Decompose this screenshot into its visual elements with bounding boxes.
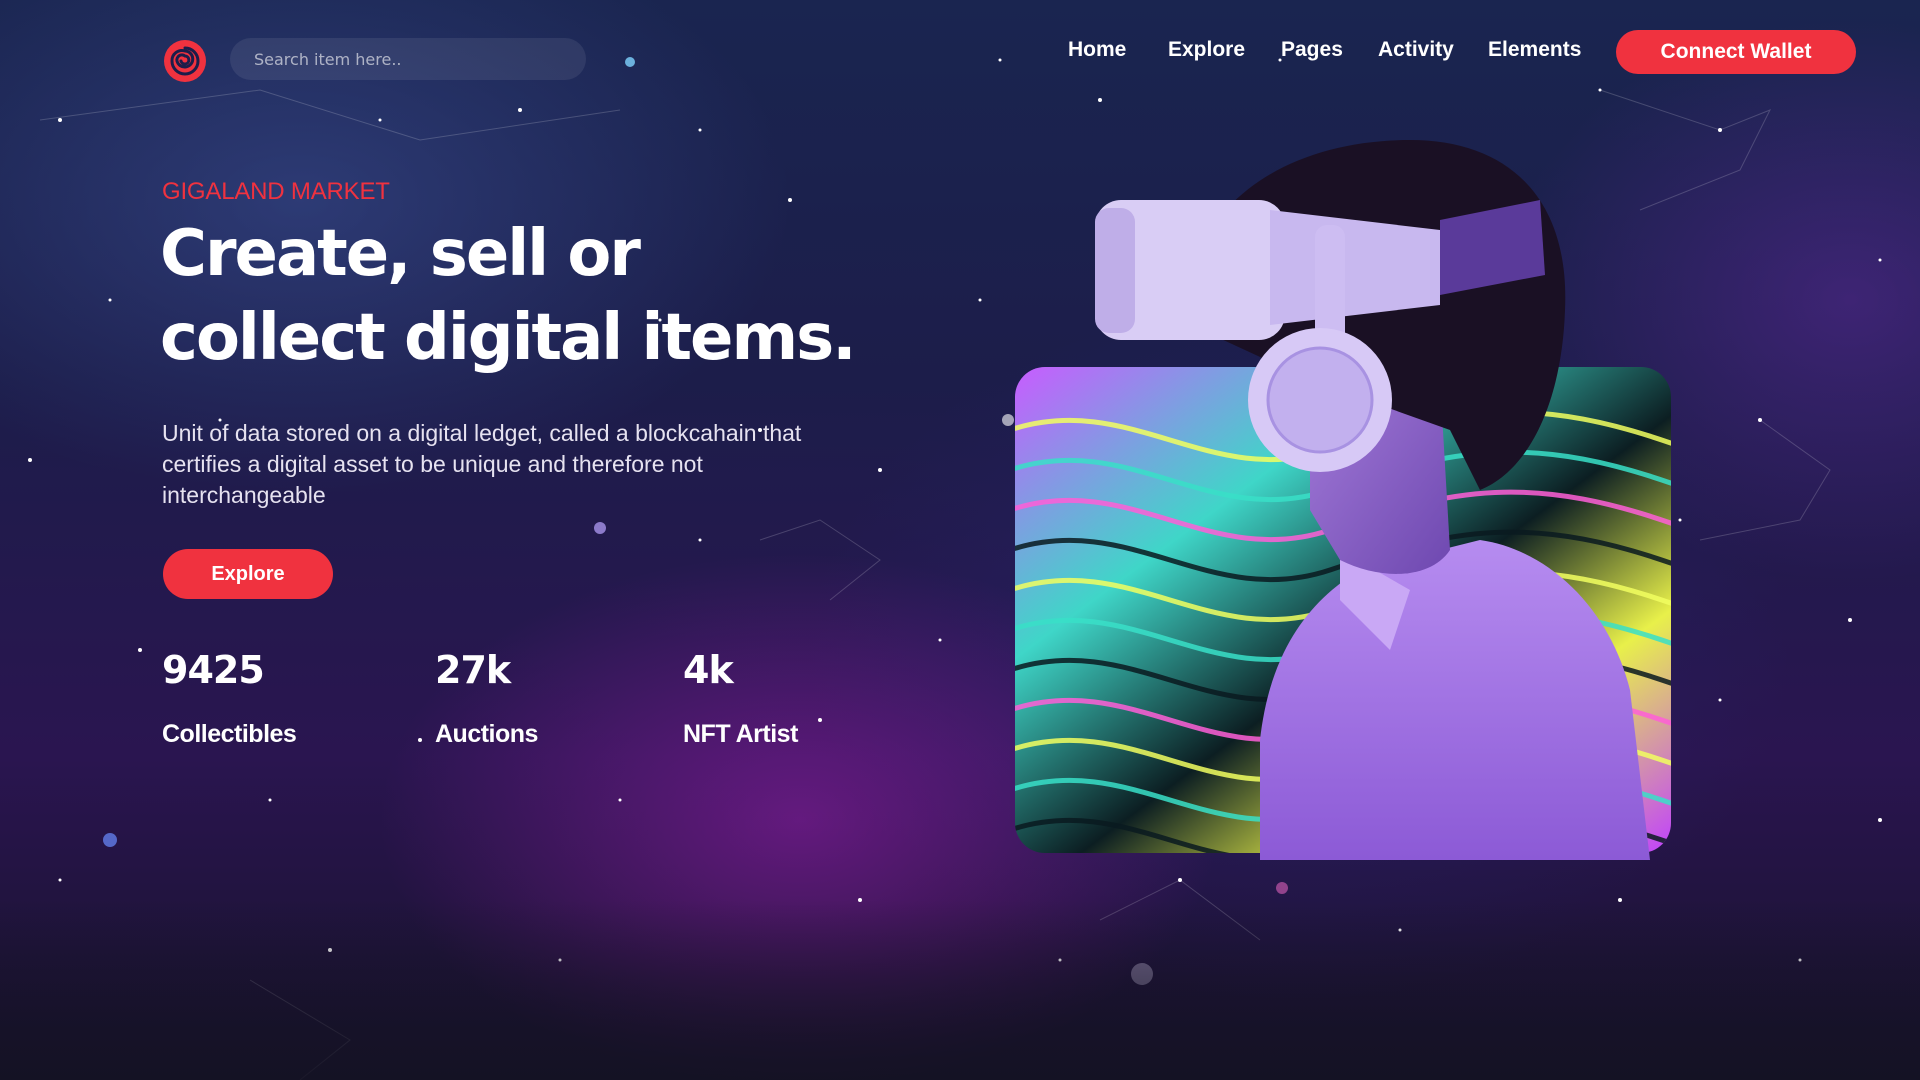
hero-description: Unit of data stored on a digital ledget,… <box>162 420 802 508</box>
nav-activity[interactable]: Activity <box>1378 38 1454 62</box>
stat-value: 9425 <box>162 648 265 692</box>
search-bar[interactable] <box>230 38 586 80</box>
connect-wallet-button[interactable]: Connect Wallet <box>1616 30 1856 74</box>
spiral-logo-icon[interactable] <box>162 38 208 84</box>
nav-pages[interactable]: Pages <box>1281 38 1343 62</box>
nav-home[interactable]: Home <box>1068 38 1126 62</box>
stat-collectibles: 9425 Collectibles <box>162 648 297 749</box>
bottom-fade <box>0 900 1920 1080</box>
stat-value: 27k <box>435 648 511 692</box>
eyebrow-label: GIGALAND MARKET <box>162 178 390 205</box>
explore-button[interactable]: Explore <box>163 549 333 599</box>
vr-headset-person-illustration <box>1015 140 1671 860</box>
stat-label: Auctions <box>435 720 538 748</box>
stat-nft-artist: 4k NFT Artist <box>683 648 798 749</box>
stat-label: Collectibles <box>162 720 297 748</box>
stat-label: NFT Artist <box>683 720 798 748</box>
nav-explore[interactable]: Explore <box>1168 38 1245 62</box>
stat-auctions: 27k Auctions <box>435 648 538 749</box>
nav-elements[interactable]: Elements <box>1488 38 1581 62</box>
search-input[interactable] <box>254 49 586 69</box>
hero-headline: Create, sell or collect digital items. <box>160 217 857 375</box>
stat-value: 4k <box>683 648 734 692</box>
